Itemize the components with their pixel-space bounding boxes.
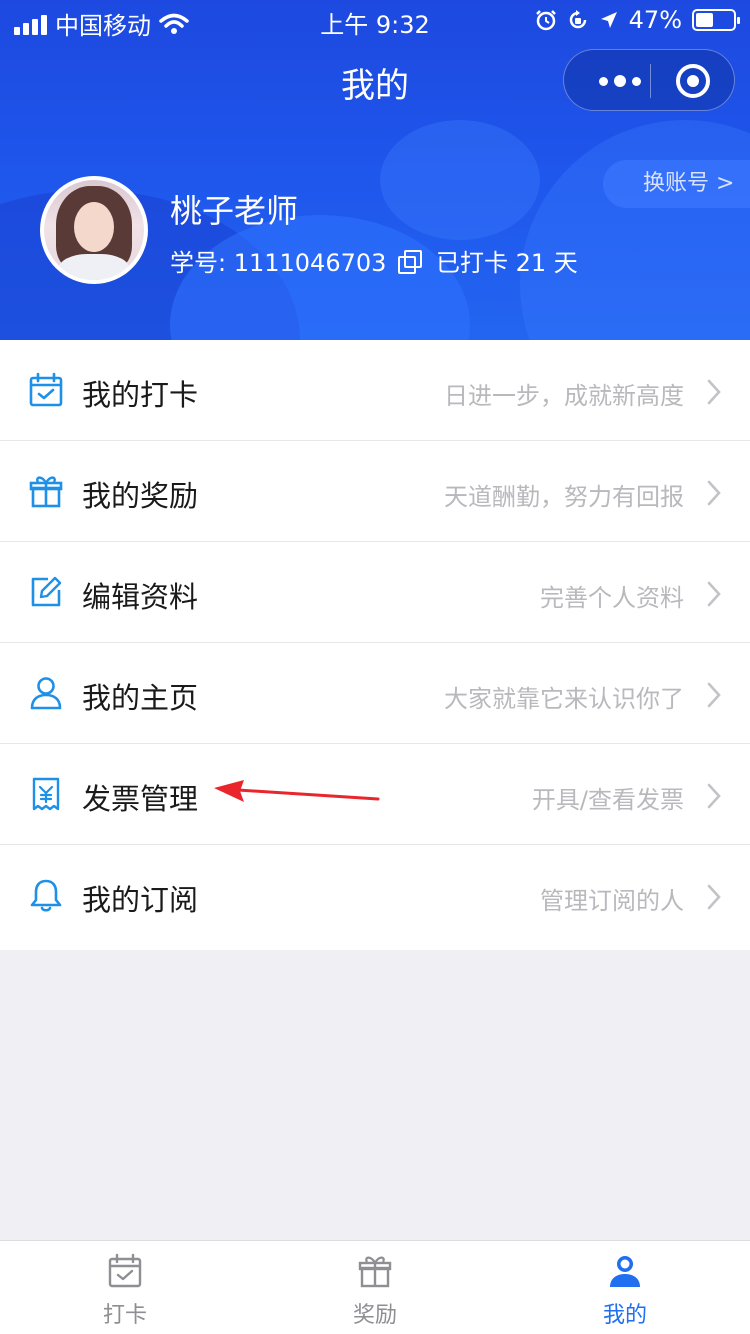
menu-item-label: 我的奖励 [82,479,199,513]
menu-item-my-checkin[interactable]: 我的打卡 日进一步，成就新高度 [0,340,750,441]
menu-item-hint: 开具/查看发票 [531,786,684,814]
chevron-right-icon [707,581,721,607]
bell-icon [30,879,62,912]
menu-item-label: 我的主页 [82,681,199,715]
more-dots-icon[interactable] [590,50,650,112]
location-icon [600,12,617,28]
tab-label: 奖励 [352,1303,397,1328]
battery-icon [692,9,740,31]
tab-label: 打卡 [102,1303,147,1328]
menu-item-label: 编辑资料 [82,580,199,614]
copy-icon[interactable] [398,249,423,274]
menu-list: 我的打卡 日进一步，成就新高度 我的奖励 天道酬勤，努力有回报 编辑资料 完善个… [0,340,750,950]
menu-item-hint: 完善个人资料 [540,584,684,612]
avatar-image [44,180,144,280]
calendar-check-icon [108,1253,142,1288]
chevron-right-icon [707,682,721,708]
user-icon [30,677,62,710]
chevron-right-icon [707,783,721,809]
mini-program-capsule [563,49,735,111]
menu-item-hint: 天道酬勤，努力有回报 [444,483,684,511]
tab-rewards[interactable]: 奖励 [250,1241,500,1334]
user-icon [610,1256,640,1287]
switch-account-button[interactable]: 换账号 > [603,160,750,208]
menu-item-my-rewards[interactable]: 我的奖励 天道酬勤，努力有回报 [0,441,750,542]
target-icon[interactable] [676,64,710,98]
tab-mine[interactable]: 我的 [500,1241,750,1334]
tab-label: 我的 [602,1303,647,1328]
gift-icon [29,476,63,508]
status-right: 47% [535,6,740,34]
gift-icon [358,1256,392,1288]
header-decoration [520,120,750,340]
chevron-right-icon [707,379,721,405]
menu-item-hint: 日进一步，成就新高度 [444,382,684,410]
menu-item-label: 我的打卡 [82,378,199,412]
profile-header: 中国移动 上午 9:32 47% 我的 换账号 > 桃子老师 学号: 11110… [0,0,750,340]
chevron-right-icon [707,884,721,910]
battery-percent: 47% [628,6,682,34]
calendar-check-icon [29,372,63,407]
menu-item-my-homepage[interactable]: 我的主页 大家就靠它来认识你了 [0,643,750,744]
checkin-days: 已打卡 21 天 [436,249,578,277]
tab-bar: 打卡 奖励 我的 [0,1240,750,1334]
menu-item-label: 发票管理 [82,782,199,816]
user-name: 桃子老师 [170,192,299,230]
header-decoration [380,120,540,240]
avatar[interactable] [40,176,148,284]
capsule-divider [650,64,651,98]
invoice-icon [32,777,60,811]
edit-icon [31,576,62,607]
chevron-right-icon [707,480,721,506]
annotation-arrow-icon [214,780,380,802]
menu-item-label: 我的订阅 [82,883,199,917]
student-id: 学号: 1111046703 [170,249,387,277]
menu-item-hint: 大家就靠它来认识你了 [444,685,684,713]
status-bar: 中国移动 上午 9:32 47% [0,0,750,40]
tab-checkin[interactable]: 打卡 [0,1241,250,1334]
alarm-icon [535,10,556,31]
battery-fill [696,13,713,27]
menu-item-hint: 管理订阅的人 [540,887,684,915]
rotation-lock-icon [569,10,586,29]
menu-item-edit-profile[interactable]: 编辑资料 完善个人资料 [0,542,750,643]
student-id-row: 学号: 1111046703 [170,243,423,278]
menu-item-my-subscriptions[interactable]: 我的订阅 管理订阅的人 [0,845,750,950]
